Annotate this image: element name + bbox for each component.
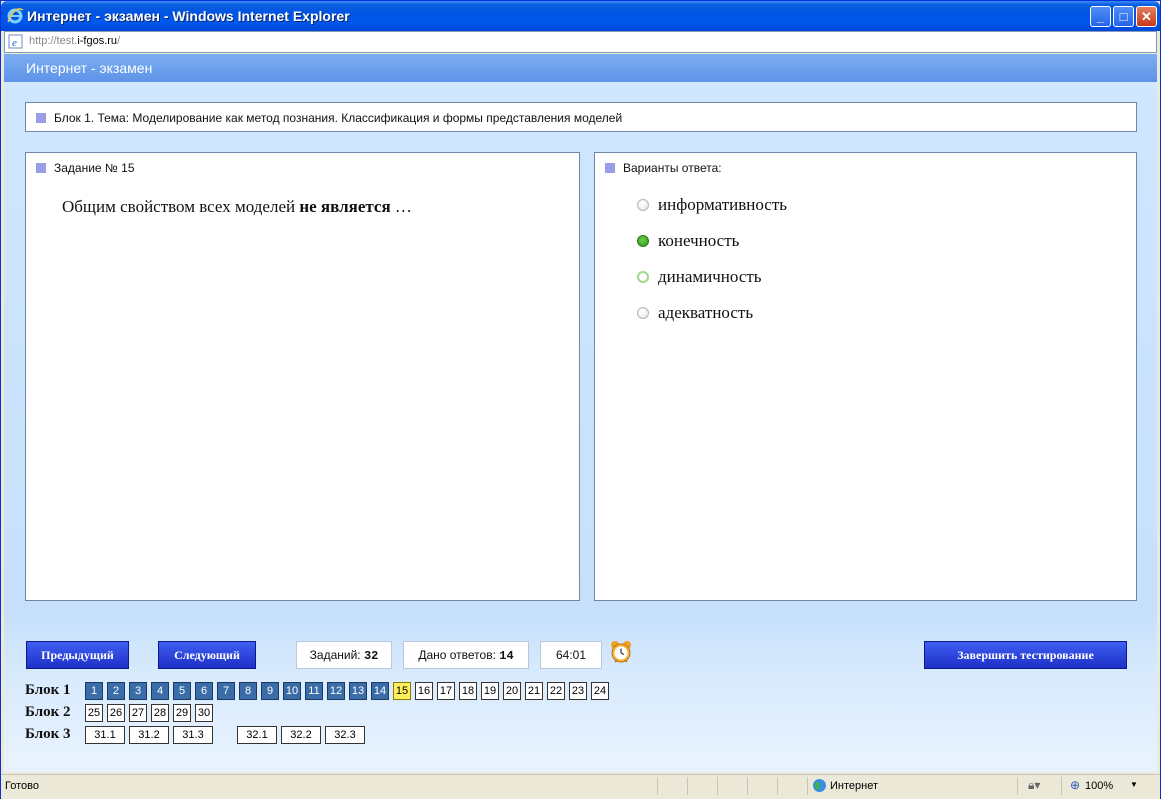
page-content: Интернет - экзамен Блок 1. Тема: Моделир… xyxy=(4,54,1157,772)
lock-icon: 🔒︎▾ xyxy=(1028,778,1041,792)
block-3-navigation: 31.1 31.2 31.3 32.1 32.2 32.3 xyxy=(85,726,365,744)
task-number-button[interactable]: 30 xyxy=(195,704,213,722)
block-title: Блок 1. Тема: Моделирование как метод по… xyxy=(36,111,622,125)
title-bar[interactable]: Интернет - экзамен - Windows Internet Ex… xyxy=(1,1,1160,31)
task-number-button[interactable]: 32.2 xyxy=(281,726,321,744)
task-number-button[interactable]: 14 xyxy=(371,682,389,700)
answer-option[interactable]: конечность xyxy=(637,231,739,251)
timer: 64:01 xyxy=(540,641,602,669)
task-number-button[interactable]: 12 xyxy=(327,682,345,700)
answer-option[interactable]: динамичность xyxy=(637,267,762,287)
task-number-button[interactable]: 32.1 xyxy=(237,726,277,744)
task-number-button[interactable]: 8 xyxy=(239,682,257,700)
task-number-button[interactable]: 13 xyxy=(349,682,367,700)
radio-button[interactable] xyxy=(637,199,649,211)
question-text: Общим свойством всех моделей не является… xyxy=(62,197,412,216)
task-number-button[interactable]: 9 xyxy=(261,682,279,700)
page-icon: e xyxy=(8,34,23,49)
task-panel: Задание № 15 Общим свойством всех моделе… xyxy=(25,152,580,601)
block-label: Блок 1 xyxy=(25,682,71,698)
chevron-down-icon[interactable]: ▼ xyxy=(1130,780,1138,789)
status-text: Готово xyxy=(5,780,39,792)
block-label: Блок 2 xyxy=(25,704,71,720)
app-header: Интернет - экзамен xyxy=(4,54,1157,82)
answers-panel: Варианты ответа: информативность конечно… xyxy=(594,152,1137,601)
radio-button-hover[interactable] xyxy=(637,271,649,283)
zoom-control[interactable]: ⊕ 100% ▼ xyxy=(1061,777,1141,795)
zoom-icon: ⊕ xyxy=(1070,778,1081,792)
task-number-button[interactable]: 5 xyxy=(173,682,191,700)
internet-explorer-icon xyxy=(7,8,24,24)
task-number-button[interactable]: 31.3 xyxy=(173,726,213,744)
task-number-button[interactable]: 32.3 xyxy=(325,726,365,744)
task-label: Задание № 15 xyxy=(36,161,135,175)
bullet-square-icon xyxy=(36,163,46,173)
svg-text:e: e xyxy=(12,37,17,49)
task-number-button[interactable]: 18 xyxy=(459,682,477,700)
security-zone: Интернет xyxy=(807,777,1017,795)
task-number-button[interactable]: 15 xyxy=(393,682,411,700)
next-button[interactable]: Следующий xyxy=(158,641,256,669)
task-number-button[interactable]: 4 xyxy=(151,682,169,700)
tasks-count-box: Заданий: 32 xyxy=(296,641,392,669)
task-number-button[interactable]: 24 xyxy=(591,682,609,700)
window-title: Интернет - экзамен - Windows Internet Ex… xyxy=(27,8,350,24)
address-url: http://test.i-fgos.ru/ xyxy=(29,35,121,47)
previous-button[interactable]: Предыдущий xyxy=(26,641,129,669)
maximize-button[interactable]: □ xyxy=(1113,6,1134,27)
zone-label: Интернет xyxy=(830,780,878,792)
radio-button-checked[interactable] xyxy=(637,235,649,247)
finish-test-button[interactable]: Завершить тестирование xyxy=(924,641,1127,669)
zoom-level: 100% xyxy=(1085,780,1114,792)
task-number-button[interactable]: 27 xyxy=(129,704,147,722)
task-number-button[interactable]: 19 xyxy=(481,682,499,700)
task-number-button[interactable]: 31.2 xyxy=(129,726,169,744)
block-label: Блок 3 xyxy=(25,726,71,742)
task-number-button[interactable]: 22 xyxy=(547,682,565,700)
task-number-button[interactable]: 20 xyxy=(503,682,521,700)
block-1-navigation: 1 2 3 4 5 6 7 8 9 10 11 12 13 14 15 16 17 18 19 20 21 22 23 24 xyxy=(85,682,609,700)
status-bar: Готово Интернет 🔒︎▾ ⊕ 100% ▼ xyxy=(1,774,1160,799)
task-number-button[interactable]: 2 xyxy=(107,682,125,700)
globe-icon xyxy=(813,779,826,792)
task-number-button[interactable]: 7 xyxy=(217,682,235,700)
block-2-navigation: 25 26 27 28 29 30 xyxy=(85,704,213,722)
answered-count-box: Дано ответов: 14 xyxy=(403,641,529,669)
answer-option[interactable]: адекватность xyxy=(637,303,753,323)
task-number-button[interactable]: 21 xyxy=(525,682,543,700)
task-number-button[interactable]: 28 xyxy=(151,704,169,722)
task-number-button[interactable]: 25 xyxy=(85,704,103,722)
task-number-button[interactable]: 17 xyxy=(437,682,455,700)
task-number-button[interactable]: 3 xyxy=(129,682,147,700)
task-number-button[interactable]: 31.1 xyxy=(85,726,125,744)
bullet-square-icon xyxy=(605,163,615,173)
minimize-button[interactable]: _ xyxy=(1090,6,1111,27)
block-title-panel: Блок 1. Тема: Моделирование как метод по… xyxy=(25,102,1137,132)
task-number-button[interactable]: 6 xyxy=(195,682,213,700)
ie-window: Интернет - экзамен - Windows Internet Ex… xyxy=(0,0,1161,799)
address-bar[interactable]: e http://test.i-fgos.ru/ xyxy=(4,31,1157,53)
alarm-clock-icon xyxy=(611,641,631,663)
task-number-button[interactable]: 10 xyxy=(283,682,301,700)
task-number-button[interactable]: 26 xyxy=(107,704,125,722)
answer-option[interactable]: информативность xyxy=(637,195,787,215)
close-button[interactable]: ✕ xyxy=(1136,6,1157,27)
task-number-button[interactable]: 16 xyxy=(415,682,433,700)
answers-label: Варианты ответа: xyxy=(605,161,722,175)
task-number-button[interactable]: 1 xyxy=(85,682,103,700)
bullet-square-icon xyxy=(36,113,46,123)
task-number-button[interactable]: 23 xyxy=(569,682,587,700)
task-number-button[interactable]: 29 xyxy=(173,704,191,722)
protected-mode-icon[interactable]: 🔒︎▾ xyxy=(1017,777,1061,795)
task-number-button[interactable]: 11 xyxy=(305,682,323,700)
radio-button[interactable] xyxy=(637,307,649,319)
